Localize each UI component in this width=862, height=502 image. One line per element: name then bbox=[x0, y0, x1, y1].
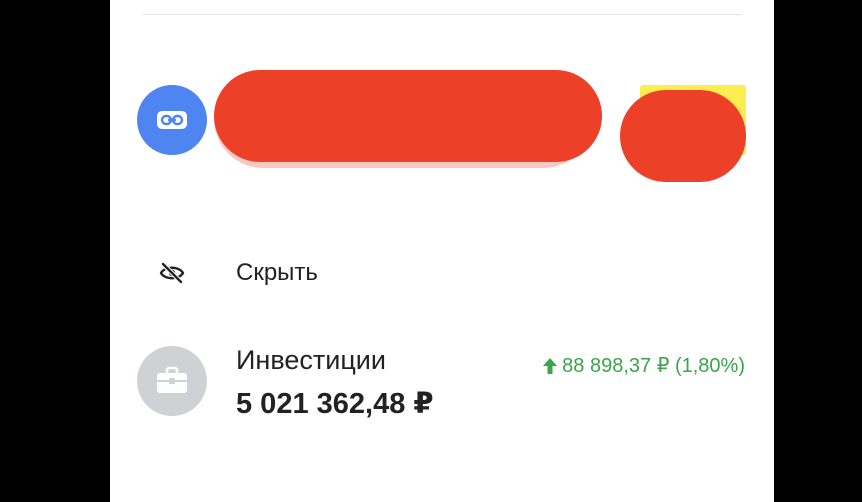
investments-avatar[interactable] bbox=[137, 346, 207, 416]
investments-change: 88 898,37 ₽ (1,80%) bbox=[542, 353, 745, 378]
investments-amount: 5 021 362,48 ₽ bbox=[236, 388, 434, 420]
briefcase-icon bbox=[157, 366, 187, 393]
redaction-account-name bbox=[214, 70, 602, 162]
arrow-up-icon bbox=[543, 357, 558, 374]
investments-change-value: 88 898,37 ₽ (1,80%) bbox=[562, 355, 745, 377]
eye-crossed-icon bbox=[137, 246, 207, 300]
redaction-account-balance bbox=[620, 90, 746, 182]
investments-title: Инвестиции bbox=[236, 345, 386, 375]
link-icon bbox=[157, 111, 187, 129]
hide-button[interactable]: Скрыть bbox=[137, 246, 737, 300]
divider bbox=[142, 14, 742, 15]
link-account-avatar[interactable] bbox=[137, 85, 207, 155]
hide-label: Скрыть bbox=[236, 259, 318, 286]
